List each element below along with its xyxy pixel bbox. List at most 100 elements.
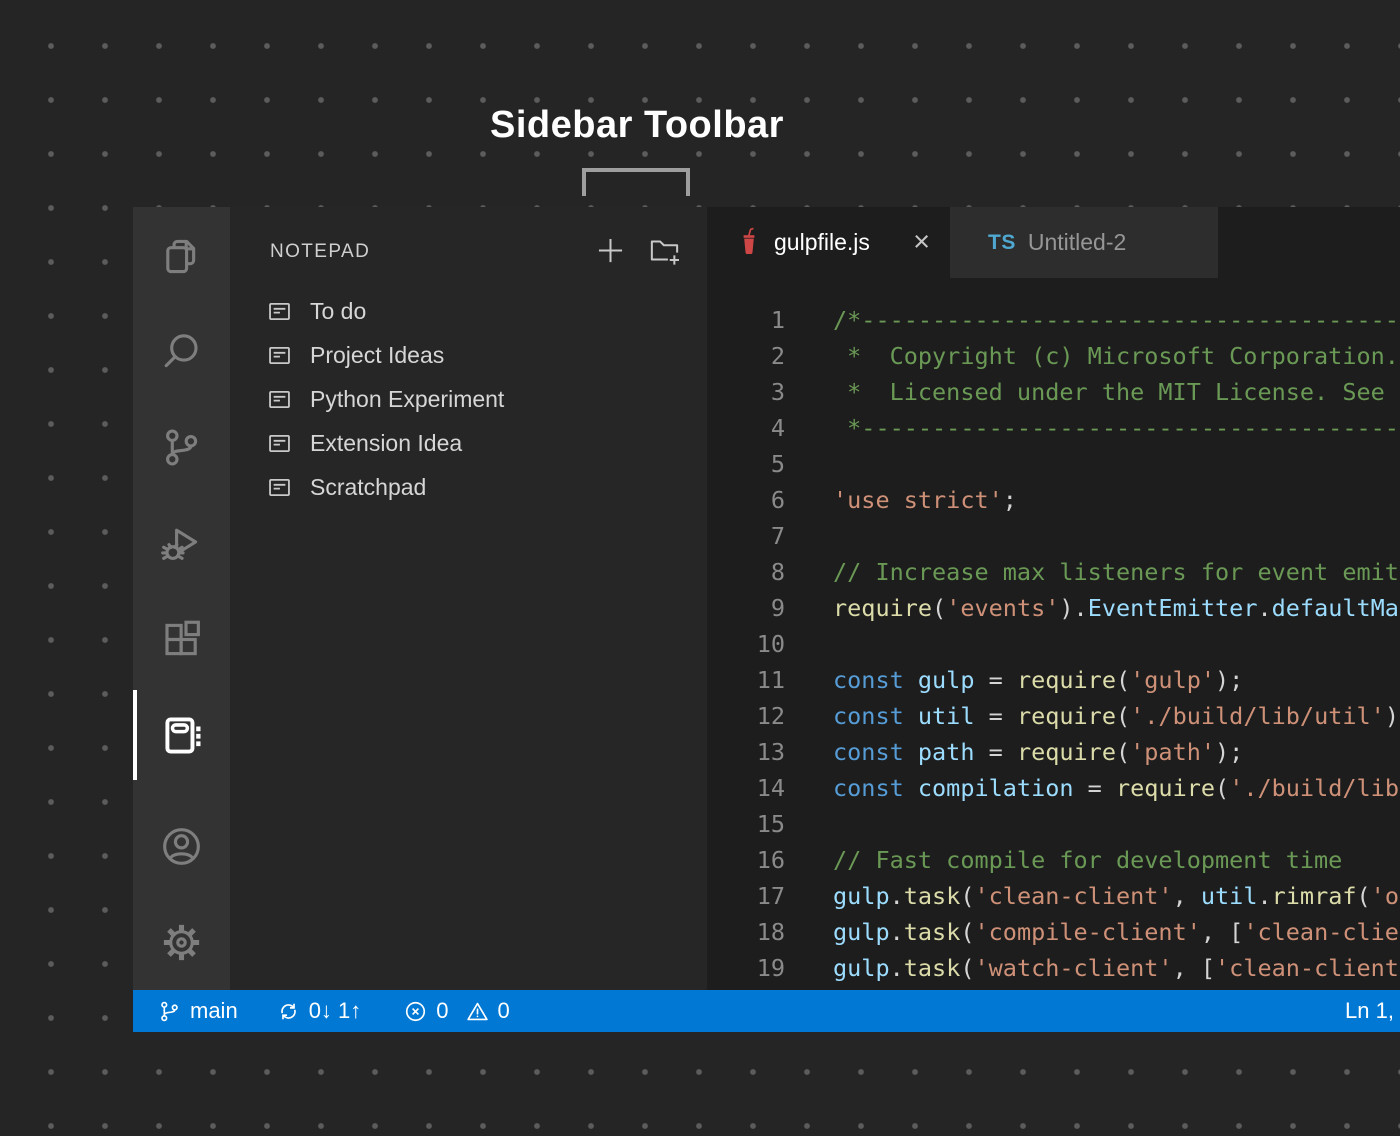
line-number: 19 (707, 950, 785, 986)
code-text: // Fast compile for development time (833, 842, 1342, 878)
close-icon[interactable]: × (913, 228, 930, 257)
status-label: 0 (498, 998, 510, 1024)
code-text: * Licensed under the MIT License. See Li… (833, 374, 1400, 410)
code-line: 14const compilation = require('./build/l… (707, 770, 1400, 806)
new-folder-icon (646, 232, 683, 269)
list-item[interactable]: Project Ideas (230, 333, 707, 377)
vscode-window: NOTEPAD To do Project Ideas Python Experim… (133, 207, 1400, 1032)
line-number: 5 (707, 446, 785, 482)
status-git-branch[interactable]: main (157, 998, 238, 1024)
code-line: 18 gulp.task('compile-client', ['clean-cl… (707, 914, 1400, 950)
activity-item-settings-gear[interactable] (133, 894, 230, 990)
code-line: 6'use strict'; (707, 482, 1400, 518)
settings-gear-icon (158, 919, 205, 966)
note-label: Extension Idea (310, 430, 462, 457)
code-line: 16 // Fast compile for development time (707, 842, 1400, 878)
activity-item-account[interactable] (133, 798, 230, 894)
status-label: 0 (436, 998, 448, 1024)
note-icon (266, 430, 293, 457)
status-bar: main 0↓ 1↑ 0 0 Ln 1, Col 1 (133, 990, 1400, 1032)
code-line: 2 * Copyright (c) Microsoft Corporation.… (707, 338, 1400, 374)
sidebar-title: NOTEPAD (270, 241, 370, 263)
list-item[interactable]: To do (230, 289, 707, 333)
status-warning[interactable]: 0 (465, 998, 510, 1024)
tab-bar: gulpfile.js × TSUntitled-2 (707, 207, 1400, 278)
code-line: 4 *-------------------------------------… (707, 410, 1400, 446)
annotation-title: Sidebar Toolbar (0, 104, 1274, 147)
sidebar: NOTEPAD To do Project Ideas Python Experim… (230, 207, 707, 990)
files-icon (158, 232, 205, 279)
status-error[interactable]: 0 (403, 998, 448, 1024)
note-label: Scratchpad (310, 474, 426, 501)
code-line: 11 const gulp = require('gulp'); (707, 662, 1400, 698)
code-line: 1/*-------------------------------------… (707, 302, 1400, 338)
line-number: 18 (707, 914, 785, 950)
activity-bar-spacer (133, 783, 230, 798)
activity-bar-bottom (133, 798, 230, 990)
code-line: 10 (707, 626, 1400, 662)
activity-item-source-control[interactable] (133, 399, 230, 495)
warning-icon (465, 999, 490, 1024)
activity-item-files[interactable] (133, 207, 230, 303)
annotation-bracket (582, 168, 690, 196)
line-number: 12 (707, 698, 785, 734)
tab-label: gulpfile.js (774, 229, 870, 256)
activity-item-search[interactable] (133, 303, 230, 399)
activity-item-notepad[interactable] (133, 687, 230, 783)
editor-group: gulpfile.js × TSUntitled-2 1/*------------… (707, 207, 1400, 990)
code-text: // Increase max listeners for event emit… (833, 554, 1400, 590)
code-text: gulp.task('clean-client', util.rimraf('o… (833, 878, 1400, 914)
code-text: require('events').EventEmitter.defaultMa… (833, 590, 1400, 626)
account-icon (158, 823, 205, 870)
extensions-icon (158, 616, 205, 663)
line-number: 16 (707, 842, 785, 878)
note-label: Project Ideas (310, 342, 444, 369)
line-number: 13 (707, 734, 785, 770)
list-item[interactable]: Scratchpad (230, 465, 707, 509)
tab-untitled-2[interactable]: TSUntitled-2 (950, 207, 1218, 278)
code-line: 13 const path = require('path'); (707, 734, 1400, 770)
status-label: main (190, 998, 238, 1024)
line-number: 10 (707, 626, 785, 662)
note-label: Python Experiment (310, 386, 504, 413)
activity-item-run-debug[interactable] (133, 495, 230, 591)
line-number: 11 (707, 662, 785, 698)
cursor-position[interactable]: Ln 1, Col 1 (1345, 990, 1400, 1032)
source-control-icon (158, 424, 205, 471)
code-text: gulp.task('compile-client', ['clean-clie… (833, 914, 1400, 950)
code-text: const util = require('./build/lib/util')… (833, 698, 1400, 734)
code-text: const path = require('path'); (833, 734, 1243, 770)
ts-icon: TS (988, 231, 1016, 255)
new-note-button[interactable] (591, 231, 629, 269)
code-area[interactable]: 1/*-------------------------------------… (707, 278, 1400, 990)
code-line: 12 const util = require('./build/lib/util… (707, 698, 1400, 734)
gulp-icon (737, 225, 761, 261)
code-text: const compilation = require('./build/lib… (833, 770, 1400, 806)
new-note-icon (592, 232, 629, 269)
line-number: 3 (707, 374, 785, 410)
code-line: 3 * Licensed under the MIT License. See … (707, 374, 1400, 410)
code-line: 9 require('events').EventEmitter.defaultM… (707, 590, 1400, 626)
note-list: To do Project Ideas Python Experiment Exten… (230, 289, 707, 509)
line-number: 2 (707, 338, 785, 374)
code-text: *---------------------------------------… (833, 410, 1400, 446)
status-sync[interactable]: 0↓ 1↑ (276, 998, 362, 1024)
error-icon (403, 999, 428, 1024)
code-line: 8// Increase max listeners for event emi… (707, 554, 1400, 590)
list-item[interactable]: Extension Idea (230, 421, 707, 465)
line-number: 4 (707, 410, 785, 446)
code-line: 15 (707, 806, 1400, 842)
list-item[interactable]: Python Experiment (230, 377, 707, 421)
search-icon (158, 328, 205, 375)
code-text: gulp.task('watch-client', ['clean-client… (833, 950, 1400, 986)
code-line: 17 gulp.task('clean-client', util.rimraf(… (707, 878, 1400, 914)
line-number: 17 (707, 878, 785, 914)
new-folder-button[interactable] (645, 231, 683, 269)
sync-icon (276, 999, 301, 1024)
line-number: 9 (707, 590, 785, 626)
screenshot-stage: Sidebar Toolbar NOTEPAD To do Project Ide… (0, 0, 1400, 1136)
activity-item-extensions[interactable] (133, 591, 230, 687)
tab-gulpfile-js[interactable]: gulpfile.js × (707, 207, 950, 278)
code-text: const gulp = require('gulp'); (833, 662, 1243, 698)
code-text: * Copyright (c) Microsoft Corporation. A… (833, 338, 1400, 374)
